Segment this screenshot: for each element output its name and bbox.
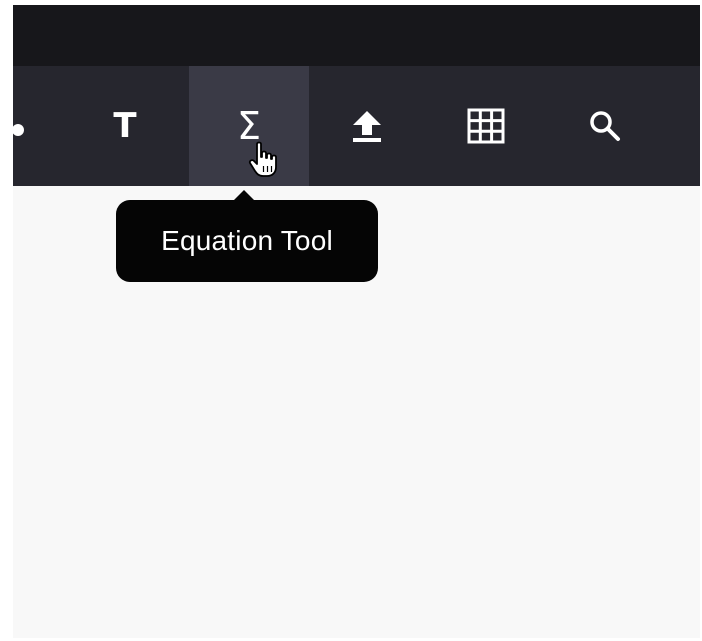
- app-window: T Σ Equation Tool: [13, 5, 700, 638]
- table-icon: [467, 108, 505, 144]
- table-tool-button[interactable]: [426, 66, 546, 186]
- toolbar: T Σ: [13, 66, 700, 186]
- text-icon: T: [113, 106, 137, 146]
- upload-icon: [353, 111, 381, 142]
- shapes-icon: [13, 124, 24, 136]
- pointer-hand-icon: [248, 141, 278, 184]
- shapes-tool-button[interactable]: [13, 117, 27, 144]
- title-bar: [13, 5, 700, 66]
- sigma-icon: Σ: [236, 104, 261, 148]
- text-tool-button[interactable]: T: [65, 66, 185, 186]
- equation-tool-tooltip: Equation Tool: [116, 190, 378, 282]
- upload-tool-button[interactable]: [307, 66, 427, 186]
- tooltip-label: Equation Tool: [161, 225, 333, 256]
- search-tool-button[interactable]: [545, 66, 665, 186]
- search-icon: [590, 111, 620, 141]
